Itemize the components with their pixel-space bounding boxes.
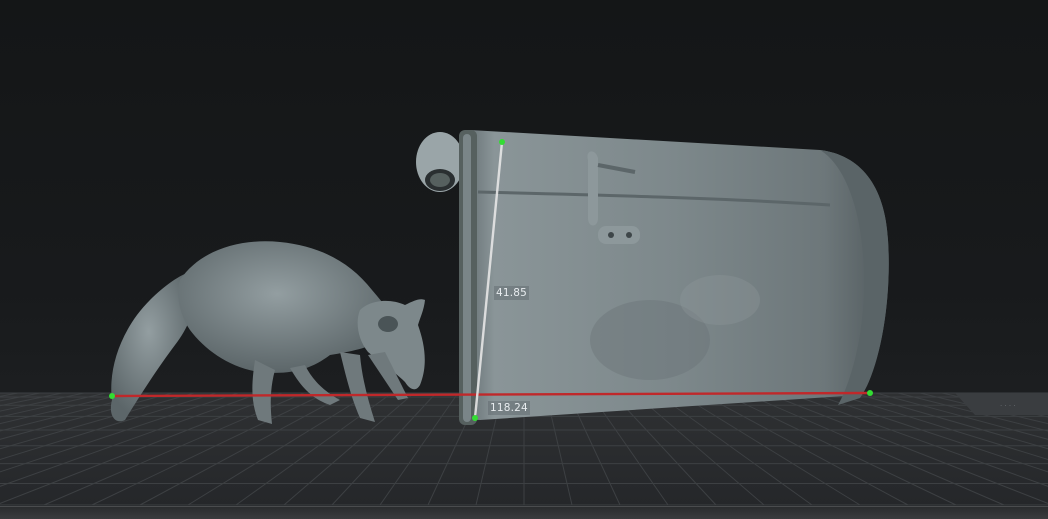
measure-point <box>499 139 505 145</box>
vertical-measurement-label: 41.85 <box>494 286 530 300</box>
svg-text:· · · ·: · · · · <box>1000 402 1016 410</box>
trash-can-model[interactable] <box>416 130 889 425</box>
measure-point <box>472 415 478 421</box>
measure-point <box>867 390 873 396</box>
scene-canvas[interactable]: · · · · <box>0 0 1048 519</box>
measure-point <box>109 393 115 399</box>
viewport-bottom-bar <box>0 506 1048 519</box>
3d-viewport[interactable]: · · · · 41.85 118.24 <box>0 0 1048 519</box>
horizontal-measurement-label: 118.24 <box>488 401 530 415</box>
